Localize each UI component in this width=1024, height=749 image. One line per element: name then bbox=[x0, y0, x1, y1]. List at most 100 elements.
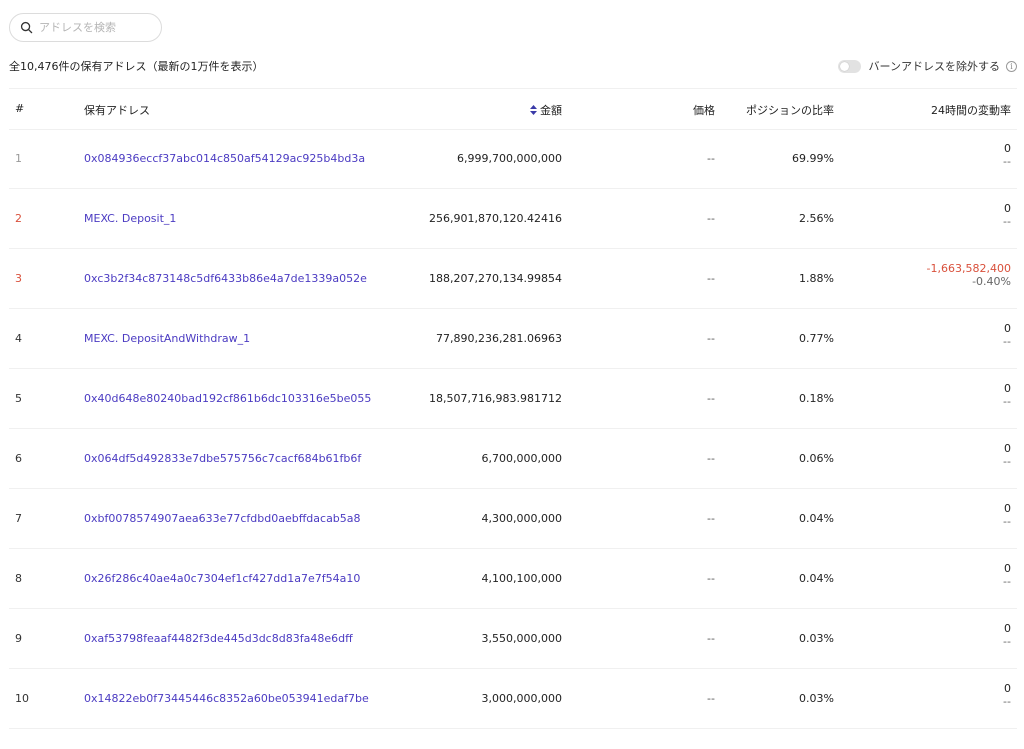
row-change-percent: -- bbox=[1003, 515, 1011, 528]
row-change-percent: -- bbox=[1003, 215, 1011, 228]
table-row: 1 0x084936eccf37abc014c850af54129ac925b4b… bbox=[9, 128, 1017, 189]
exclude-burn-label: バーンアドレスを除外する bbox=[868, 60, 1000, 73]
row-change: 0 -- bbox=[1003, 502, 1011, 528]
header-change: 24時間の変動率 bbox=[931, 104, 1011, 117]
table-row: 9 0xaf53798feaaf4482f3de445d3dc8d83fa48e6… bbox=[9, 608, 1017, 669]
exclude-burn-toggle-group: バーンアドレスを除外する i bbox=[837, 58, 1017, 74]
row-amount: 3,000,000,000 bbox=[481, 692, 562, 705]
row-change-amount: 0 bbox=[1004, 502, 1011, 515]
search-icon bbox=[20, 21, 33, 34]
row-change-percent: -- bbox=[1003, 395, 1011, 408]
row-change-amount: 0 bbox=[1004, 562, 1011, 575]
row-rank: 6 bbox=[15, 452, 22, 465]
row-change-amount: 0 bbox=[1004, 382, 1011, 395]
row-amount: 3,550,000,000 bbox=[481, 632, 562, 645]
row-price: -- bbox=[707, 452, 715, 465]
row-price: -- bbox=[707, 332, 715, 345]
row-price: -- bbox=[707, 392, 715, 405]
sort-icon bbox=[530, 105, 537, 115]
row-change: 0 -- bbox=[1003, 382, 1011, 408]
row-share: 2.56% bbox=[799, 212, 834, 225]
holder-address-link[interactable]: 0xaf53798feaaf4482f3de445d3dc8d83fa48e6d… bbox=[84, 632, 353, 645]
info-icon[interactable]: i bbox=[1006, 60, 1017, 72]
table-row: 10 0x14822eb0f73445446c8352a60be053941eda… bbox=[9, 668, 1017, 729]
row-share: 1.88% bbox=[799, 272, 834, 285]
header-amount-sort[interactable]: 金額 bbox=[530, 102, 562, 118]
header-address: 保有アドレス bbox=[84, 104, 150, 117]
header-price: 価格 bbox=[693, 104, 715, 117]
table-row: 5 0x40d648e80240bad192cf861b6dc103316e5be… bbox=[9, 368, 1017, 429]
search-box[interactable] bbox=[9, 13, 162, 42]
row-change: 0 -- bbox=[1003, 442, 1011, 468]
row-share: 0.03% bbox=[799, 632, 834, 645]
row-rank: 7 bbox=[15, 512, 22, 525]
row-share: 0.77% bbox=[799, 332, 834, 345]
holder-address-link[interactable]: 0xc3b2f34c873148c5df6433b86e4a7de1339a05… bbox=[84, 272, 367, 285]
table-row: 7 0xbf0078574907aea633e77cfdbd0aebffdacab… bbox=[9, 488, 1017, 549]
holder-address-link[interactable]: 0x14822eb0f73445446c8352a60be053941edaf7… bbox=[84, 692, 369, 705]
row-rank: 10 bbox=[15, 692, 29, 705]
holder-address-link[interactable]: 0x26f286c40ae4a0c7304ef1cf427dd1a7e7f54a… bbox=[84, 572, 360, 585]
table-header: # 保有アドレス 金額 価格 ポジションの比率 24時間の変動率 bbox=[9, 88, 1017, 130]
holder-address-link[interactable]: 0x40d648e80240bad192cf861b6dc103316e5be0… bbox=[84, 392, 371, 405]
row-change-amount: 0 bbox=[1004, 322, 1011, 335]
exclude-burn-toggle[interactable] bbox=[837, 59, 861, 73]
row-change-percent: -- bbox=[1003, 635, 1011, 648]
row-change-percent: -- bbox=[1003, 155, 1011, 168]
row-rank: 8 bbox=[15, 572, 22, 585]
row-share: 0.03% bbox=[799, 692, 834, 705]
holder-address-link[interactable]: MEXC. DepositAndWithdraw_1 bbox=[84, 332, 250, 345]
row-rank: 4 bbox=[15, 332, 22, 345]
row-amount: 4,100,100,000 bbox=[481, 572, 562, 585]
row-amount: 6,999,700,000,000 bbox=[457, 152, 562, 165]
row-price: -- bbox=[707, 272, 715, 285]
row-share: 0.18% bbox=[799, 392, 834, 405]
row-price: -- bbox=[707, 632, 715, 645]
row-change-amount: 0 bbox=[1004, 442, 1011, 455]
holder-address-link[interactable]: 0x064df5d492833e7dbe575756c7cacf684b61fb… bbox=[84, 452, 361, 465]
row-amount: 256,901,870,120.42416 bbox=[429, 212, 562, 225]
table-row: 6 0x064df5d492833e7dbe575756c7cacf684b61f… bbox=[9, 428, 1017, 489]
row-change: 0 -- bbox=[1003, 682, 1011, 708]
row-amount: 188,207,270,134.99854 bbox=[429, 272, 562, 285]
holder-address-link[interactable]: MEXC. Deposit_1 bbox=[84, 212, 176, 225]
row-change-percent: -- bbox=[1003, 575, 1011, 588]
row-change-amount: 0 bbox=[1004, 682, 1011, 695]
row-change: 0 -- bbox=[1003, 142, 1011, 168]
row-rank: 9 bbox=[15, 632, 22, 645]
row-amount: 6,700,000,000 bbox=[481, 452, 562, 465]
table-row: 8 0x26f286c40ae4a0c7304ef1cf427dd1a7e7f54… bbox=[9, 548, 1017, 609]
row-change-percent: -- bbox=[1003, 335, 1011, 348]
row-amount: 18,507,716,983.981712 bbox=[429, 392, 562, 405]
row-change-amount: 0 bbox=[1004, 622, 1011, 635]
row-price: -- bbox=[707, 572, 715, 585]
header-share: ポジションの比率 bbox=[746, 104, 834, 117]
row-change-amount: 0 bbox=[1004, 142, 1011, 155]
table-row: 3 0xc3b2f34c873148c5df6433b86e4a7de1339a0… bbox=[9, 248, 1017, 309]
row-rank: 1 bbox=[15, 152, 22, 165]
row-change-amount: -1,663,582,400 bbox=[926, 262, 1011, 275]
row-change-percent: -- bbox=[1003, 455, 1011, 468]
toggle-knob bbox=[839, 61, 849, 71]
holder-address-link[interactable]: 0xbf0078574907aea633e77cfdbd0aebffdacab5… bbox=[84, 512, 361, 525]
row-share: 0.04% bbox=[799, 572, 834, 585]
row-change: 0 -- bbox=[1003, 562, 1011, 588]
header-amount: 金額 bbox=[540, 104, 562, 117]
search-input[interactable] bbox=[39, 21, 149, 34]
row-price: -- bbox=[707, 152, 715, 165]
row-amount: 77,890,236,281.06963 bbox=[436, 332, 562, 345]
row-rank: 5 bbox=[15, 392, 22, 405]
row-price: -- bbox=[707, 212, 715, 225]
table-row: 2 MEXC. Deposit_1 256,901,870,120.42416 -- 2… bbox=[9, 188, 1017, 249]
row-rank: 3 bbox=[15, 272, 22, 285]
row-price: -- bbox=[707, 692, 715, 705]
row-change-percent: -- bbox=[1003, 695, 1011, 708]
row-change-amount: 0 bbox=[1004, 202, 1011, 215]
holder-address-link[interactable]: 0x084936eccf37abc014c850af54129ac925b4bd… bbox=[84, 152, 365, 165]
row-amount: 4,300,000,000 bbox=[481, 512, 562, 525]
row-share: 0.06% bbox=[799, 452, 834, 465]
row-share: 0.04% bbox=[799, 512, 834, 525]
row-rank: 2 bbox=[15, 212, 22, 225]
row-change: -1,663,582,400 -0.40% bbox=[927, 262, 1011, 288]
row-change: 0 -- bbox=[1003, 322, 1011, 348]
